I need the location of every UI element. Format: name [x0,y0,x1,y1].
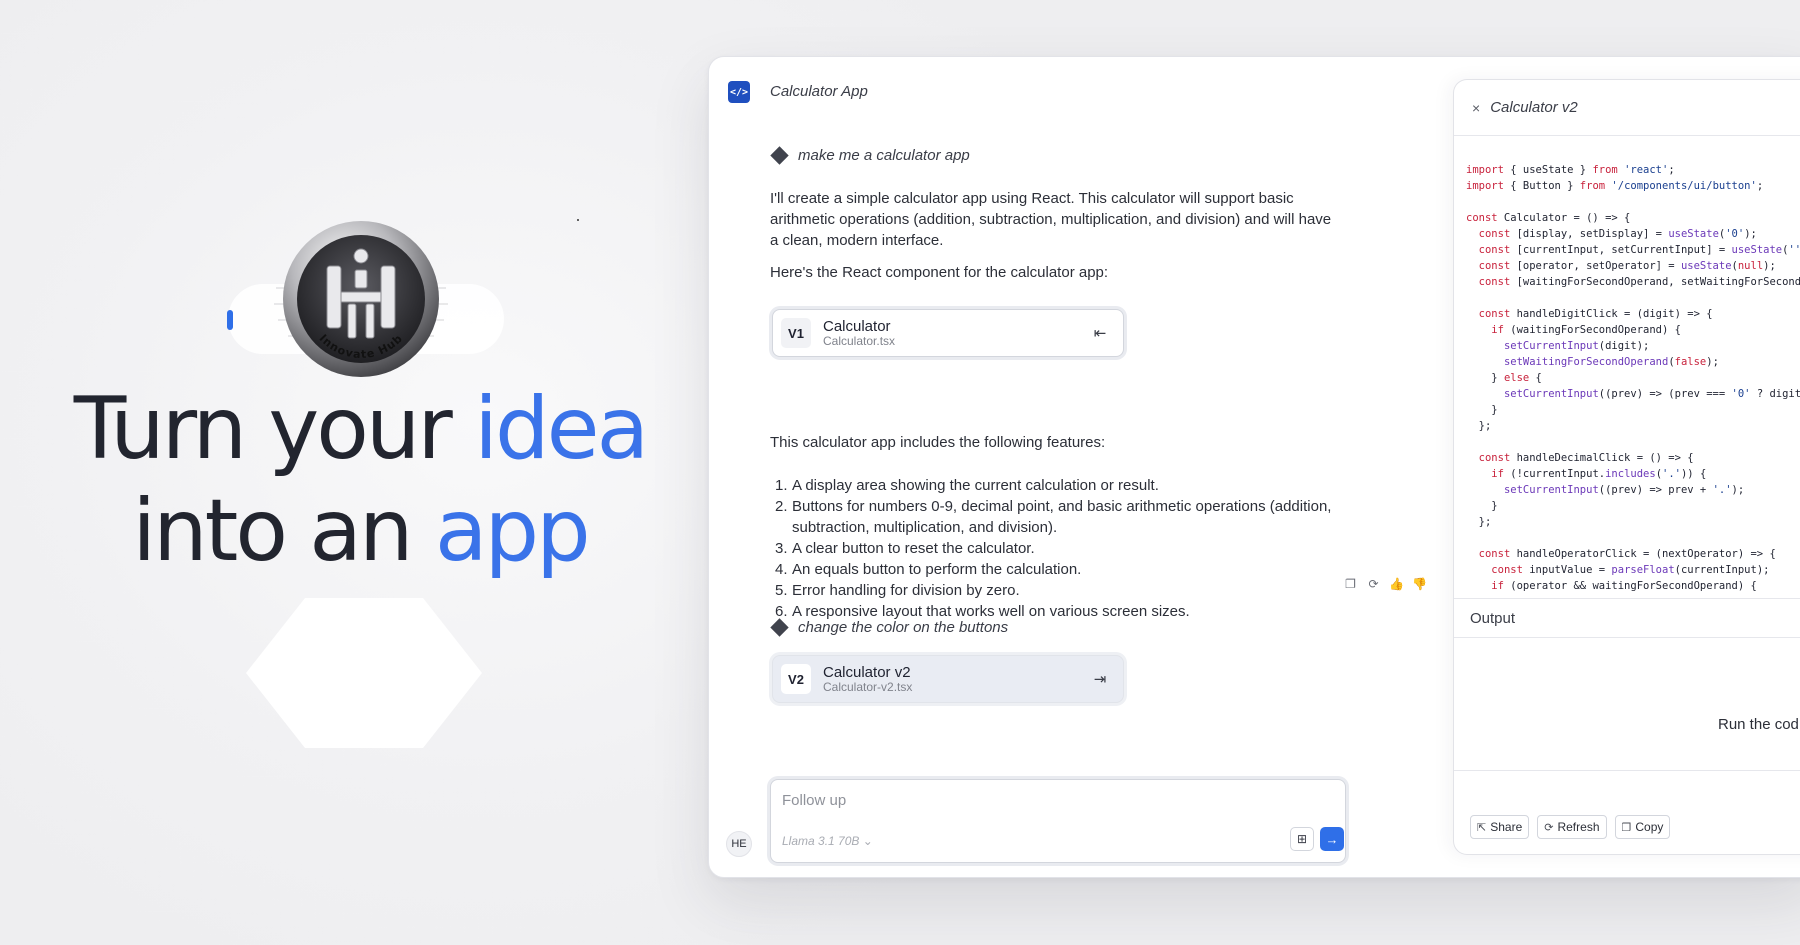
artifact-name: Calculator v2 [823,663,911,681]
prompt-diamond-icon [770,146,789,165]
refresh-icon: ⟳ [1544,821,1554,834]
list-item: 1. A display area showing the current cal… [770,475,1350,496]
list-item-number: 1. [775,477,788,494]
arrow-right-icon[interactable]: → [1320,827,1344,851]
innovate-hub-logo: Innovate Hub [274,221,448,377]
user-prompt-2: change the color on the buttons [770,618,1009,637]
list-item-number: 2. [775,498,788,515]
features-list: 1. A display area showing the current cal… [770,475,1350,622]
copy-icon[interactable]: ❐ [1343,577,1358,592]
code-panel: × Calculator v2 import { useState } from… [1453,79,1800,855]
code-panel-title: Calculator v2 [1490,99,1578,116]
followup-placeholder[interactable]: Follow up [782,792,846,809]
regenerate-icon[interactable]: ⟳ [1366,577,1381,592]
app-window: </> Calculator App make me a calculator … [708,56,1800,878]
list-item-text: Buttons for numbers 0-9, decimal point, … [792,498,1332,536]
collapse-arrow-icon[interactable]: ⇤ [1085,324,1115,342]
artifact-card-v2[interactable]: V2 Calculator v2 Calculator-v2.tsx ⇥ [772,655,1124,703]
code-panel-header: × Calculator v2 [1454,80,1800,136]
refresh-button[interactable]: ⟳ Refresh [1537,815,1607,839]
hero-line-1-text: Turn your [73,379,475,479]
hexagon-decoration [246,598,482,748]
list-item-text: A display area showing the current calcu… [792,477,1159,494]
list-item-number: 3. [775,540,788,557]
message-actions: ❐ ⟳ 👍 👎 [1343,577,1427,592]
list-item-text: An equals button to perform the calculat… [792,561,1082,578]
assistant-intro: I'll create a simple calculator app usin… [770,190,1332,249]
artifact-filename: Calculator-v2.tsx [823,679,913,694]
version-badge: V2 [781,664,811,694]
list-item: 4. An equals button to perform the calcul… [770,559,1350,580]
artifact-filename: Calculator.tsx [823,333,896,348]
prompt-diamond-icon [770,618,789,637]
artifact-card-v1[interactable]: V1 Calculator Calculator.tsx ⇤ [772,309,1124,357]
user-prompt-2-text: change the color on the buttons [798,619,1009,636]
thumbs-up-icon[interactable]: 👍 [1389,577,1404,592]
output-title: Output [1470,610,1516,627]
close-icon[interactable]: × [1472,100,1480,116]
model-selector[interactable]: Llama 3.1 70B ⌄ [782,834,873,848]
features-intro: This calculator app includes the followi… [770,434,1106,451]
footer-buttons: ⇱ Share ⟳ Refresh ❐ Copy [1470,815,1671,839]
artifact-text: Calculator Calculator.tsx [823,317,1085,348]
list-item-number: 5. [775,582,788,599]
list-item-number: 4. [775,561,788,578]
share-icon: ⇱ [1477,821,1487,834]
copy-label: Copy [1635,820,1664,834]
thumbs-down-icon[interactable]: 👎 [1412,577,1427,592]
image-add-icon[interactable]: ⊞ [1290,827,1314,851]
user-prompt-1-text: make me a calculator app [798,147,970,164]
hero-line-1: Turn your idea [0,378,720,480]
user-prompt-1: make me a calculator app [770,146,970,165]
assistant-component-note: Here's the React component for the calcu… [770,264,1109,281]
hero-line-2: into an app [0,480,720,582]
version-badge: V1 [781,318,811,348]
hero-line-2-text: into an [132,481,435,581]
list-item: 3. A clear button to reset the calculator… [770,538,1350,559]
share-button[interactable]: ⇱ Share [1470,815,1530,839]
code-view[interactable]: import { useState } from 'react'; import … [1466,146,1800,594]
open-arrow-icon[interactable]: ⇥ [1085,670,1115,688]
list-item-text: Error handling for division by zero. [792,582,1020,599]
hero-headline: Turn your idea into an app [0,378,720,582]
stray-dot [577,219,579,221]
list-item: 5. Error handling for division by zero. [770,580,1350,601]
list-item: 2. Buttons for numbers 0-9, decimal point… [770,496,1350,538]
app-title: Calculator App [770,83,868,100]
code-icon[interactable]: </> [728,81,750,103]
code-panel-footer: ⇱ Share ⟳ Refresh ❐ Copy [1454,770,1800,854]
run-code-text: Run the cod [1718,716,1799,733]
output-header: Output [1454,598,1800,638]
user-avatar[interactable]: HE [726,831,752,857]
logo-pill-accent [227,310,233,330]
refresh-label: Refresh [1557,820,1600,834]
artifact-name: Calculator [823,317,891,335]
copy-icon: ❐ [1621,821,1632,834]
copy-button[interactable]: ❐ Copy [1614,815,1671,839]
hero-line-1-accent: idea [474,379,649,479]
hero-line-2-accent: app [434,481,591,581]
list-item-text: A clear button to reset the calculator. [792,540,1035,557]
artifact-text: Calculator v2 Calculator-v2.tsx [823,663,1085,694]
share-label: Share [1490,820,1523,834]
followup-input[interactable]: Follow up Llama 3.1 70B ⌄ ⊞ → [770,779,1346,863]
